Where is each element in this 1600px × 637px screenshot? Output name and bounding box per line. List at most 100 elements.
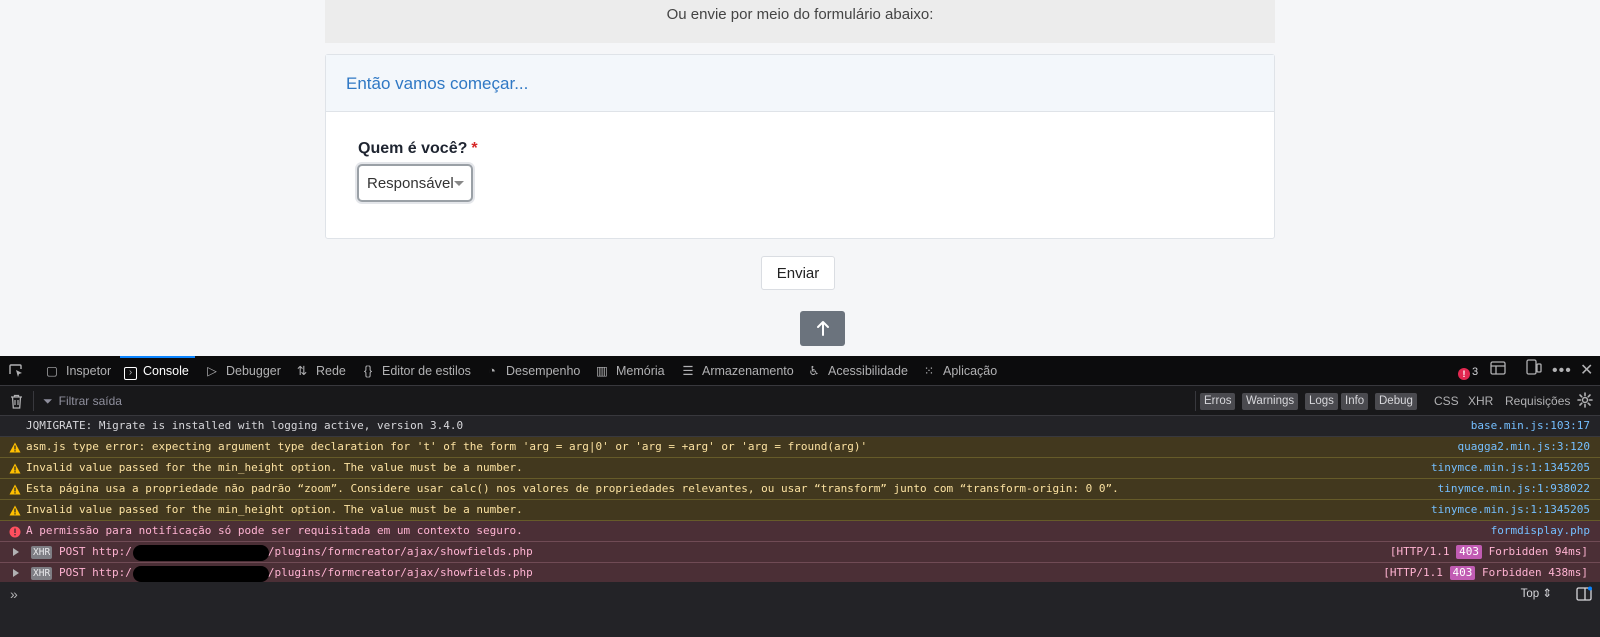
accessibility-icon: ♿ <box>808 364 820 378</box>
divider <box>33 391 34 411</box>
console-message-warning: asm.js type error: expecting argument ty… <box>0 437 1600 458</box>
message-source-link[interactable]: quagga2.min.js:3:120 <box>1458 437 1590 457</box>
xhr-method-url: POST http:/ <box>59 566 132 579</box>
role-select[interactable]: Responsável <box>357 164 473 202</box>
console-message-info: JQMIGRATE: Migrate is installed with log… <box>0 416 1600 437</box>
tab-label: Acessibilidade <box>828 364 908 378</box>
divider <box>1195 391 1196 411</box>
tab-label: Aplicação <box>943 364 998 378</box>
context-selector[interactable]: Top ⇕ <box>1521 586 1552 600</box>
message-text: Esta página usa a propriedade não padrão… <box>26 482 1119 495</box>
tab-console[interactable]: › Console <box>120 356 195 386</box>
context-selector-label: Top <box>1520 588 1540 600</box>
level-info-toggle[interactable]: Info <box>1341 393 1369 410</box>
tab-storage[interactable]: ☰ Armazenamento <box>680 356 794 386</box>
tab-debugger[interactable]: ▷ Debugger <box>204 356 281 386</box>
memory-icon: ▥ <box>596 364 608 378</box>
tab-label: Debugger <box>226 364 281 378</box>
devtools-panel: ▢ Inspetor › Console ▷ Debugger ⇅ Rede {} Edi… <box>0 356 1600 637</box>
chevron-down-icon <box>454 181 464 186</box>
inspector-icon: ▢ <box>46 364 58 378</box>
field-label: Quem é você? * <box>358 140 478 158</box>
message-source-link[interactable]: tinymce.min.js:1:1345205 <box>1431 500 1590 520</box>
tab-application[interactable]: ⁙ Aplicação <box>921 356 997 386</box>
tab-label: Console <box>143 364 189 378</box>
form-card-header: Então vamos começar... <box>326 55 1274 112</box>
intro-text: Ou envie por meio do formulário abaixo: <box>666 6 934 23</box>
gear-icon[interactable] <box>1577 392 1593 408</box>
level-errors-toggle[interactable]: Erros <box>1200 393 1236 410</box>
expand-triangle-icon[interactable] <box>13 548 19 556</box>
tab-performance[interactable]: ◔ Desempenho <box>484 356 580 386</box>
xhr-path: /plugins/formcreator/ajax/showfields.php <box>267 545 533 558</box>
field-label-text: Quem é você? <box>358 140 468 157</box>
more-options-icon[interactable]: ••• <box>1552 356 1572 386</box>
xhr-protocol: [HTTP/1.1 <box>1383 566 1443 579</box>
level-logs-toggle[interactable]: Logs <box>1305 393 1338 410</box>
close-icon[interactable]: ✕ <box>1580 356 1593 386</box>
network-icon: ⇅ <box>296 364 308 378</box>
tab-style-editor[interactable]: {} Editor de estilos <box>360 356 471 386</box>
xhr-status-text: Forbidden 94ms] <box>1488 545 1588 558</box>
console-icon: › <box>124 367 137 380</box>
tab-label: Inspetor <box>66 364 112 378</box>
web-page: Ou envie por meio do formulário abaixo: … <box>0 0 1600 356</box>
warning-icon <box>9 505 21 516</box>
level-warnings-toggle[interactable]: Warnings <box>1242 393 1299 410</box>
devtools-tabbar: ▢ Inspetor › Console ▷ Debugger ⇅ Rede {} Edi… <box>0 356 1600 386</box>
element-picker-icon[interactable] <box>8 363 24 379</box>
performance-icon: ◔ <box>488 364 496 378</box>
console-message-warning: Invalid value passed for the min_height … <box>0 458 1600 479</box>
level-debug-toggle[interactable]: Debug <box>1375 393 1417 410</box>
trash-icon[interactable] <box>10 394 23 409</box>
status-code-badge: 403 <box>1456 545 1483 559</box>
tab-memory[interactable]: ▥ Memória <box>594 356 665 386</box>
console-message-warning: Invalid value passed for the min_height … <box>0 500 1600 521</box>
status-code-badge: 403 <box>1449 566 1476 580</box>
scroll-top-button[interactable] <box>800 311 845 346</box>
debugger-icon: ▷ <box>207 364 217 378</box>
submit-button[interactable]: Enviar <box>761 256 835 290</box>
console-message-warning: Esta página usa a propriedade não padrão… <box>0 479 1600 500</box>
responsive-mode-icon[interactable] <box>1526 356 1542 386</box>
tab-accessibility[interactable]: ♿ Acessibilidade <box>806 356 908 386</box>
error-counter[interactable]: ! 3 <box>1458 356 1478 386</box>
application-icon: ⁙ <box>923 364 935 378</box>
storage-icon: ☰ <box>682 364 694 378</box>
error-icon: ! <box>1458 368 1470 380</box>
console-xhr-request[interactable]: XHR POST http:/ /plugins/formcreator/ajax… <box>0 542 1600 563</box>
xhr-status: [HTTP/1.1 403 Forbidden 94ms] <box>1390 542 1588 562</box>
filter-requests-toggle[interactable]: Requisições <box>1505 386 1570 416</box>
message-text: Invalid value passed for the min_height … <box>26 461 523 474</box>
xhr-method-url: POST http:/ <box>59 545 132 558</box>
role-select-value: Responsável <box>367 175 454 192</box>
card-title: Então vamos começar... <box>346 74 529 93</box>
tab-inspector[interactable]: ▢ Inspetor <box>44 356 111 386</box>
filter-css-toggle[interactable]: CSS <box>1434 386 1459 416</box>
message-source-link[interactable]: tinymce.min.js:1:938022 <box>1438 479 1590 499</box>
message-text: JQMIGRATE: Migrate is installed with log… <box>26 419 464 432</box>
filter-output-input[interactable]: ⏷ Filtrar saída <box>43 386 122 416</box>
xhr-path: /plugins/formcreator/ajax/showfields.php <box>267 566 533 579</box>
console-filter-bar: ⏷ Filtrar saída Erros Warnings Logs Info … <box>0 386 1600 416</box>
tab-network[interactable]: ⇅ Rede <box>294 356 346 386</box>
xhr-status-text: Forbidden 438ms] <box>1482 566 1588 579</box>
message-source-link[interactable]: formdisplay.php <box>1491 521 1590 541</box>
expand-triangle-icon[interactable] <box>13 569 19 577</box>
error-count: 3 <box>1472 366 1479 378</box>
tab-label: Armazenamento <box>702 364 794 378</box>
dock-icon[interactable] <box>1490 356 1506 386</box>
intro-box: Ou envie por meio do formulário abaixo: <box>325 0 1275 43</box>
filter-xhr-toggle[interactable]: XHR <box>1468 386 1493 416</box>
message-source-link[interactable]: base.min.js:103:17 <box>1471 416 1590 436</box>
console-message-error: A permissão para notificação só pode ser… <box>0 521 1600 542</box>
error-icon <box>9 526 21 538</box>
required-marker: * <box>471 140 478 157</box>
sidebar-toggle-icon[interactable] <box>1576 586 1592 602</box>
xhr-request-line: POST http:/ /plugins/formcreator/ajax/sho… <box>59 563 533 583</box>
tab-label: Memória <box>616 364 665 378</box>
console-xhr-request[interactable]: XHR POST http:/ /plugins/formcreator/ajax… <box>0 563 1600 584</box>
message-source-link[interactable]: tinymce.min.js:1:1345205 <box>1431 458 1590 478</box>
console-input[interactable]: » Top ⇕ <box>0 582 1600 637</box>
filter-icon: ⏷ <box>43 394 53 408</box>
